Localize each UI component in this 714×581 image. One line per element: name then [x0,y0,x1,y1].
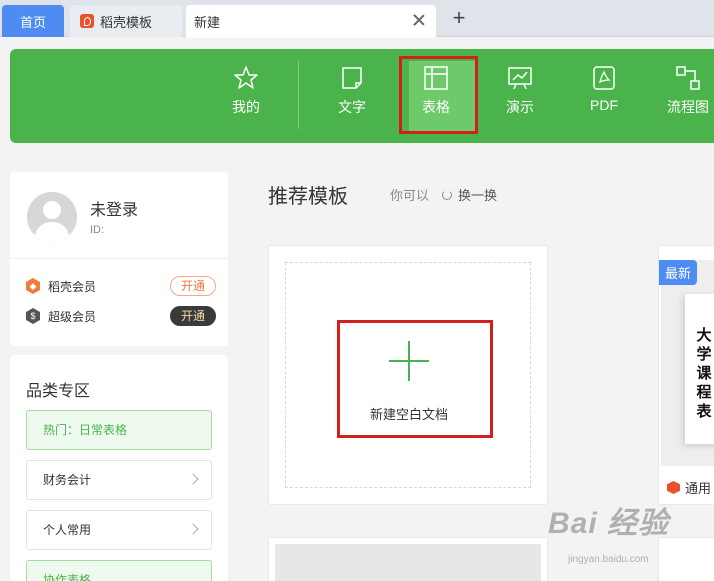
type-writer-label: 文字 [338,99,366,115]
presentation-icon [508,67,532,90]
pdf-icon [593,66,615,90]
tab-home[interactable]: 首页 [2,5,64,37]
type-presentation[interactable]: 演示 [488,65,552,129]
category-title: 品类专区 [26,383,91,400]
new-doc-type-bar: 我的 文字 表格 演示 PDF 流程图 [10,49,714,143]
watermark-text: Bai 经验 [548,507,670,540]
page-subtitle: 你可以 [390,188,430,203]
category-item-label: 财务会计 [43,473,92,487]
category-item-label: 个人常用 [43,523,92,537]
document-icon [342,67,362,89]
type-mine-label: 我的 [232,99,260,115]
new-badge: 最新 [659,260,698,285]
refresh-label: 换一换 [458,188,498,203]
docer-member-icon: ◆ [26,278,40,294]
highlight-box-blank-document [337,320,493,438]
category-item-personal[interactable]: 个人常用 [26,510,212,550]
type-presentation-label: 演示 [506,99,534,115]
avatar[interactable] [27,192,77,242]
type-mine[interactable]: 我的 [214,65,278,129]
add-tab-icon[interactable]: + [448,7,470,30]
chevron-right-icon [187,523,199,535]
docer-logo-icon [80,14,94,28]
activate-docer-button[interactable]: 开通 [170,276,216,296]
type-pdf[interactable]: PDF [572,65,636,129]
type-flowchart[interactable]: 流程图 [656,65,714,129]
type-writer[interactable]: 文字 [320,65,384,129]
tab-docer-label: 稻壳模板 [100,14,153,30]
category-item-label: 协作表格 [43,573,92,581]
user-card: 未登录 ID: ◆ 稻壳会员 开通 $ 超级会员 开通 [10,172,228,346]
category-item-label: 热门：日常表格 [43,423,128,437]
tab-new[interactable]: 新建 [186,5,436,38]
membership-docer: ◆ 稻壳会员 开通 [26,274,216,298]
template-thumbnail-text: 大学课程表 [696,327,712,420]
tab-home-label: 首页 [19,14,46,30]
refresh-button[interactable]: 换一换 [442,185,497,204]
close-icon[interactable] [412,13,426,27]
category-panel: 品类专区 热门：日常表格 财务会计 个人常用 协作表格 [10,355,228,581]
template-card[interactable] [268,537,548,581]
flowchart-icon [676,66,700,90]
highlight-box-spreadsheet [399,56,478,134]
template-card[interactable]: 大学课程表 最新 通用 [658,245,714,505]
template-thumbnail [275,544,541,581]
tab-docer-templates[interactable]: 稻壳模板 [70,5,182,37]
chevron-right-icon [187,473,199,485]
category-item-collab[interactable]: 协作表格 [26,560,212,581]
refresh-icon [442,189,452,200]
super-member-icon: $ [26,308,40,324]
tab-new-label: 新建 [194,15,221,30]
page-title: 推荐模板 [268,186,348,208]
user-id: ID: [90,224,105,236]
watermark: Bai 经验 jingyan.baidu.com [548,492,712,578]
membership-super: $ 超级会员 开通 [26,304,216,328]
membership-super-label: 超级会员 [48,309,97,324]
divider [298,61,299,129]
tab-bar: 首页 稻壳模板 新建 + [0,0,714,38]
membership-docer-label: 稻壳会员 [48,279,97,294]
category-item-hot[interactable]: 热门：日常表格 [26,410,212,450]
category-item-finance[interactable]: 财务会计 [26,460,212,500]
type-pdf-label: PDF [590,97,618,113]
activate-super-button[interactable]: 开通 [170,306,216,326]
user-name[interactable]: 未登录 [90,196,138,220]
star-icon [234,66,258,89]
divider [10,258,228,259]
watermark-url: jingyan.baidu.com [568,554,649,565]
type-flowchart-label: 流程图 [667,99,709,115]
